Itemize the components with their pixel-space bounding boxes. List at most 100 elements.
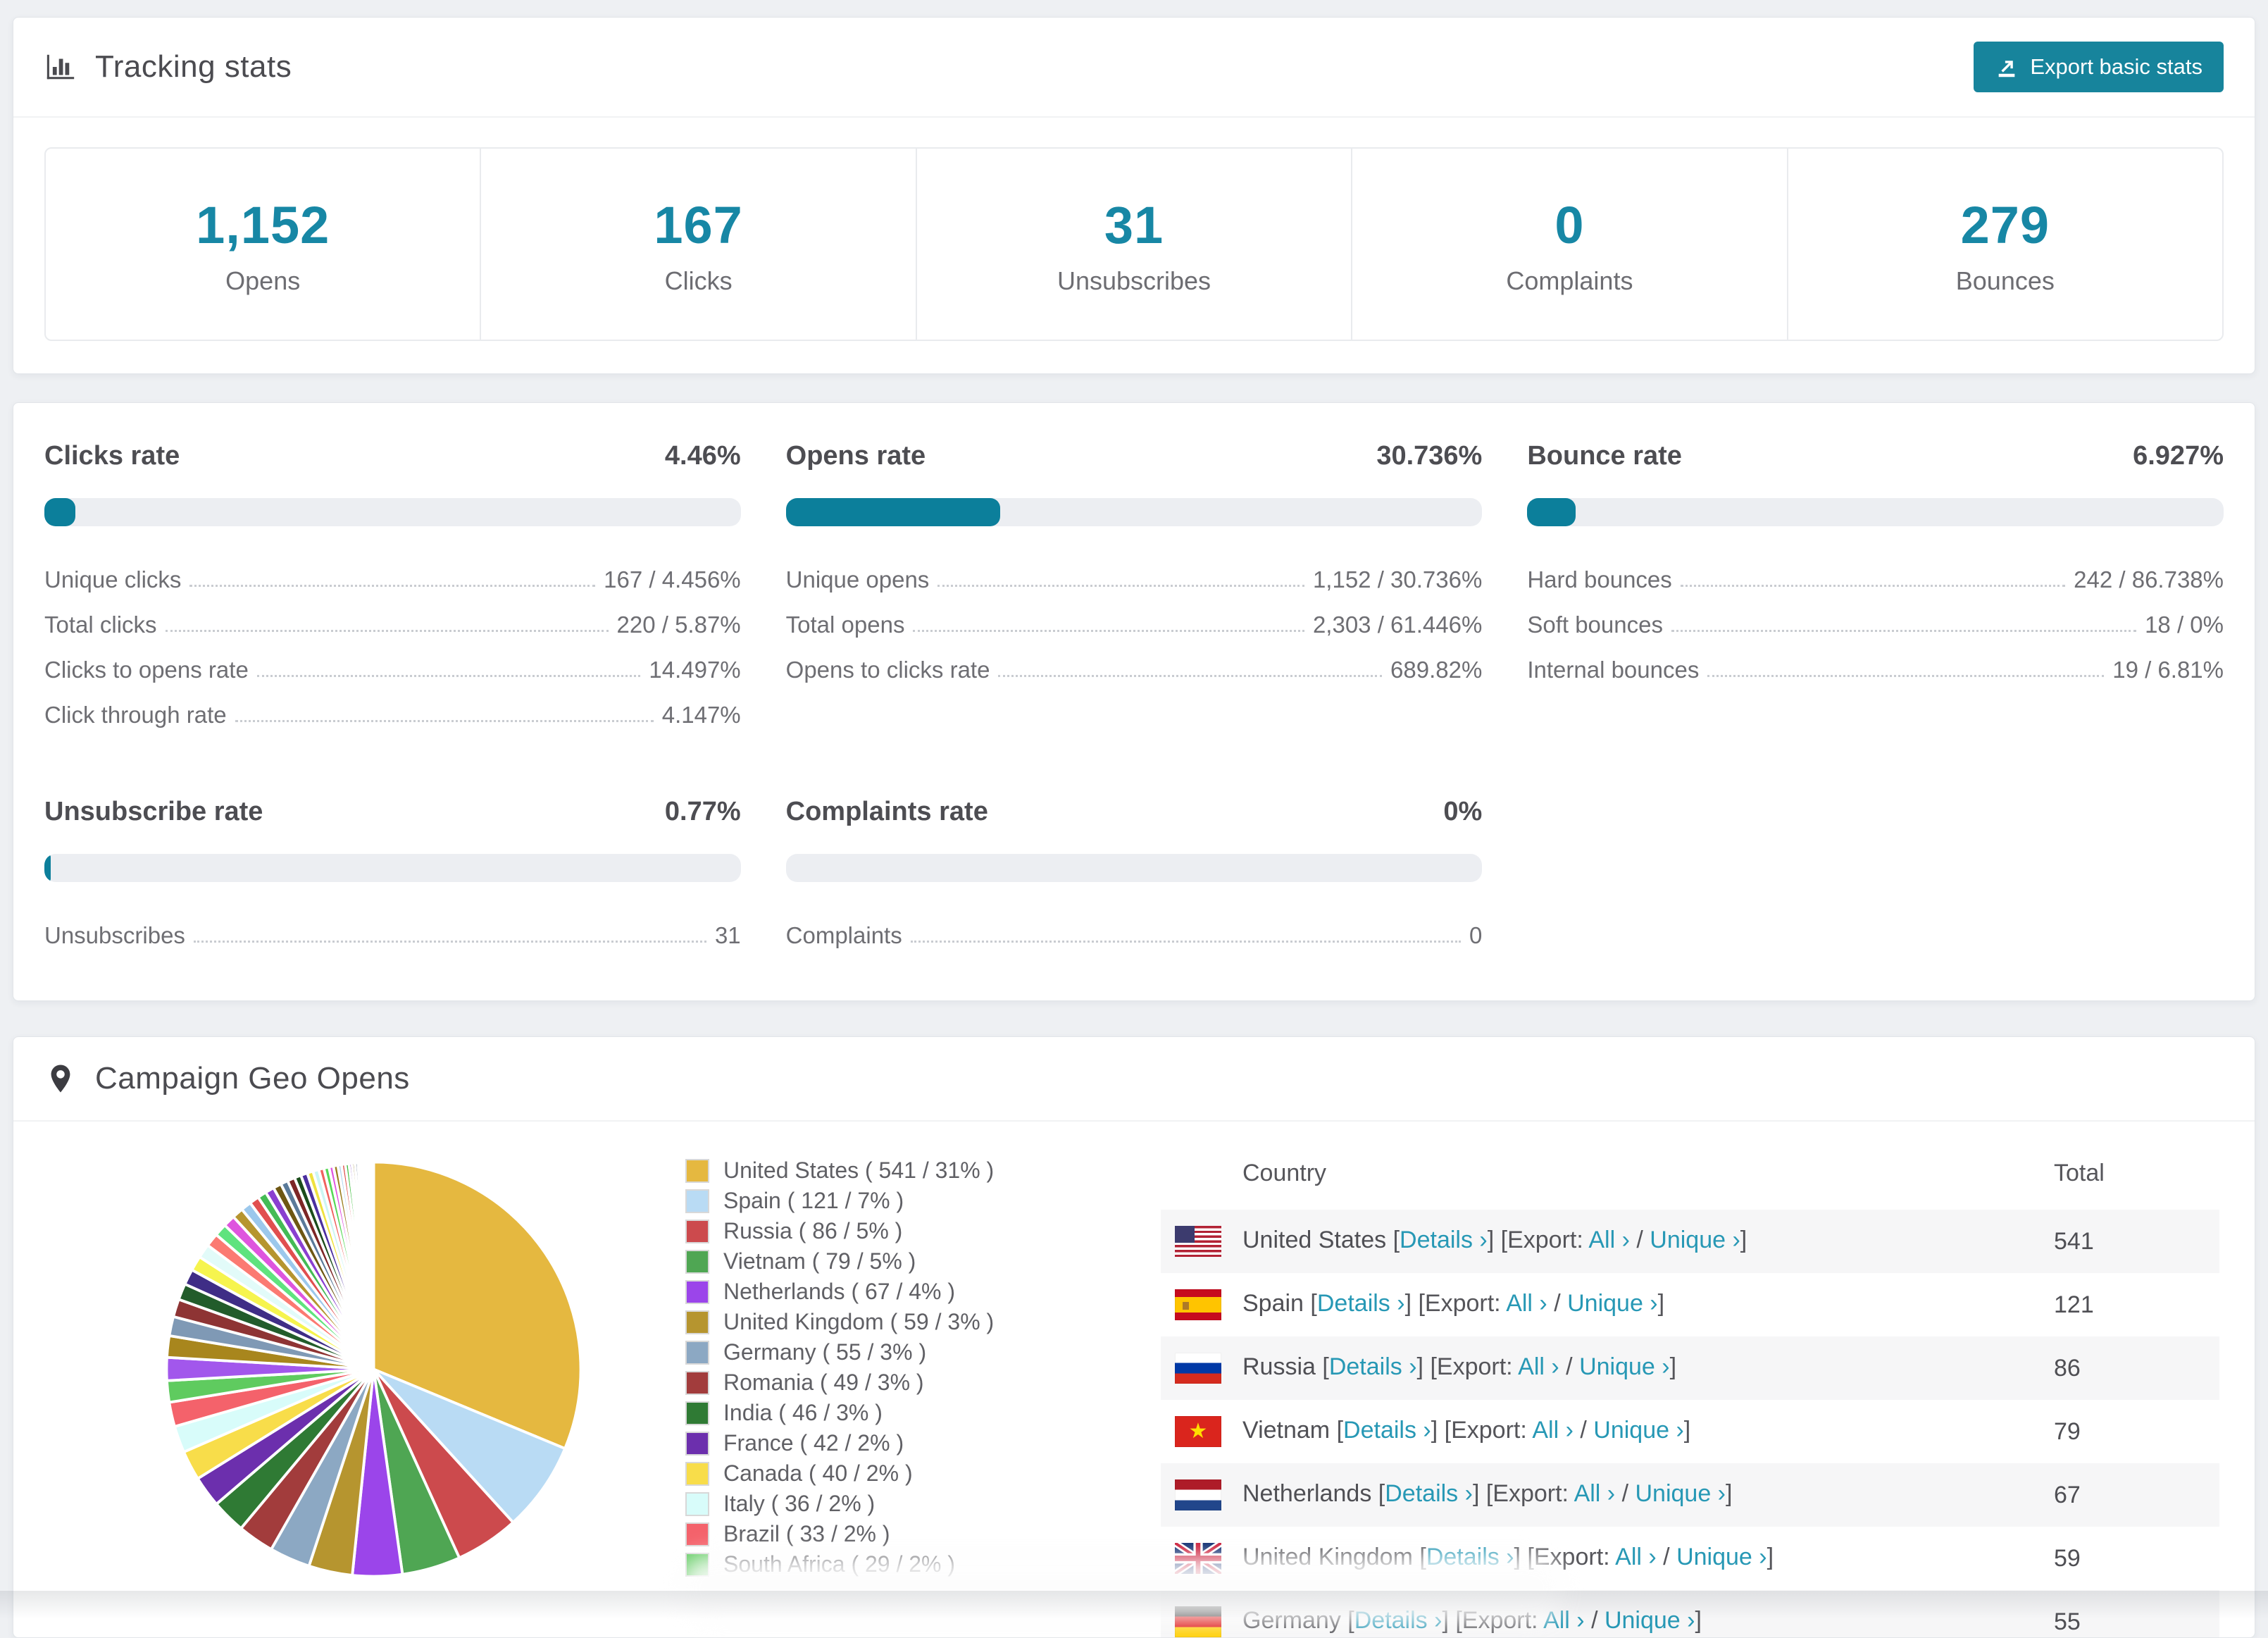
table-row-vn: ★ Vietnam [Details ›] [Export: All › / Un… bbox=[1161, 1400, 2219, 1463]
legend-swatch bbox=[685, 1552, 709, 1577]
legend-item-russia[interactable]: Russia ( 86 / 5% ) bbox=[685, 1216, 1094, 1246]
table-row-es: Spain [Details ›] [Export: All › / Uniqu… bbox=[1161, 1273, 2219, 1336]
rate-percent: 30.736% bbox=[1376, 441, 1483, 471]
legend-item-india[interactable]: India ( 46 / 3% ) bbox=[685, 1398, 1094, 1428]
geo-pie-chart[interactable] bbox=[157, 1153, 590, 1589]
export-all-link[interactable]: All › bbox=[1615, 1544, 1657, 1570]
details-link[interactable]: Details › bbox=[1343, 1417, 1431, 1444]
legend-item-south-africa[interactable]: South Africa ( 29 / 2% ) bbox=[685, 1549, 1094, 1580]
table-row-nl: Netherlands [Details ›] [Export: All › /… bbox=[1161, 1463, 2219, 1527]
export-basic-stats-button[interactable]: Export basic stats bbox=[1974, 42, 2224, 92]
rate-row: Hard bounces 242 / 86.738% bbox=[1527, 557, 2224, 602]
legend-label: France ( 42 / 2% ) bbox=[723, 1430, 904, 1456]
country-total: 86 bbox=[2054, 1354, 2081, 1382]
details-link[interactable]: Details › bbox=[1426, 1544, 1514, 1570]
export-unique-link[interactable]: Unique › bbox=[1593, 1417, 1684, 1444]
legend-item-canada[interactable]: Canada ( 40 / 2% ) bbox=[685, 1458, 1094, 1489]
progress-bar bbox=[1527, 498, 2224, 526]
rate-row-value: 0 bbox=[1469, 922, 1483, 948]
progress-bar-fill bbox=[1527, 498, 1576, 526]
rate-row-label: Total opens bbox=[785, 612, 905, 638]
legend-swatch bbox=[685, 1401, 709, 1425]
export-icon bbox=[1999, 61, 2015, 77]
legend-swatch bbox=[685, 1279, 709, 1304]
legend-item-united-kingdom[interactable]: United Kingdom ( 59 / 3% ) bbox=[685, 1307, 1094, 1337]
rate-row: Total opens 2,303 / 61.446% bbox=[786, 602, 1483, 647]
pie-legend: United States ( 541 / 31% ) Spain ( 121 … bbox=[685, 1155, 1094, 1580]
details-link[interactable]: Details › bbox=[1385, 1480, 1473, 1507]
legend-label: Brazil ( 33 / 2% ) bbox=[723, 1521, 890, 1546]
export-button-label: Export basic stats bbox=[2030, 54, 2202, 79]
legend-swatch bbox=[685, 1249, 709, 1274]
legend-label: Netherlands ( 67 / 4% ) bbox=[723, 1279, 956, 1304]
rate-row-label: Clicks to opens rate bbox=[44, 657, 249, 683]
country-total: 59 bbox=[2054, 1544, 2081, 1572]
progress-bar-fill bbox=[44, 498, 76, 526]
legend-item-united-states[interactable]: United States ( 541 / 31% ) bbox=[685, 1155, 1094, 1186]
details-link[interactable]: Details › bbox=[1354, 1607, 1443, 1634]
legend-label: Romania ( 49 / 3% ) bbox=[723, 1370, 924, 1395]
legend-item-brazil[interactable]: Brazil ( 33 / 2% ) bbox=[685, 1519, 1094, 1549]
country-name: Netherlands bbox=[1242, 1479, 1372, 1507]
rate-percent: 4.46% bbox=[664, 441, 741, 471]
gap bbox=[0, 1001, 2268, 1036]
export-unique-link[interactable]: Unique › bbox=[1635, 1480, 1726, 1507]
rate-row-label: Complaints bbox=[785, 922, 902, 948]
legend-item-italy[interactable]: Italy ( 36 / 2% ) bbox=[685, 1489, 1094, 1519]
country-name: United Kingdom bbox=[1242, 1543, 1413, 1570]
export-unique-link[interactable]: Unique › bbox=[1650, 1227, 1740, 1253]
rate-percent: 6.927% bbox=[2133, 441, 2224, 471]
details-link[interactable]: Details › bbox=[1329, 1353, 1417, 1380]
legend-swatch bbox=[685, 1461, 709, 1486]
export-all-link[interactable]: All › bbox=[1543, 1607, 1585, 1634]
rate-row-label: Unique clicks bbox=[44, 566, 182, 592]
export-all-link[interactable]: All › bbox=[1518, 1353, 1559, 1380]
dotted-leader bbox=[998, 675, 1383, 677]
legend-item-vietnam[interactable]: Vietnam ( 79 / 5% ) bbox=[685, 1246, 1094, 1277]
details-link[interactable]: Details › bbox=[1317, 1290, 1405, 1317]
rate-row-label: Click through rate bbox=[44, 702, 227, 728]
dotted-leader bbox=[1671, 630, 2137, 632]
geo-table-wrap: Country Total United States [Details ›] … bbox=[1161, 1138, 2219, 1637]
legend-swatch bbox=[685, 1431, 709, 1456]
table-row-de: Germany [Details ›] [Export: All › / Uni… bbox=[1161, 1590, 2219, 1637]
flag-us-icon bbox=[1175, 1226, 1221, 1257]
export-all-link[interactable]: All › bbox=[1532, 1417, 1574, 1444]
details-link[interactable]: Details › bbox=[1400, 1227, 1488, 1253]
stat-cell-unsubscribes: 31 Unsubscribes bbox=[915, 149, 1351, 340]
dotted-leader bbox=[910, 941, 1461, 943]
rate-title: Unsubscribe rate bbox=[44, 797, 263, 826]
dotted-leader bbox=[189, 585, 596, 587]
legend-item-romania[interactable]: Romania ( 49 / 3% ) bbox=[685, 1367, 1094, 1398]
export-unique-link[interactable]: Unique › bbox=[1579, 1353, 1670, 1380]
rate-row-value: 2,303 / 61.446% bbox=[1312, 612, 1483, 638]
legend-swatch bbox=[685, 1340, 709, 1365]
dotted-leader bbox=[1707, 675, 2105, 677]
table-row-ru: Russia [Details ›] [Export: All › / Uniq… bbox=[1161, 1336, 2219, 1400]
legend-item-france[interactable]: France ( 42 / 2% ) bbox=[685, 1428, 1094, 1458]
legend-swatch bbox=[685, 1189, 709, 1213]
export-all-link[interactable]: All › bbox=[1574, 1480, 1616, 1507]
legend-item-spain[interactable]: Spain ( 121 / 7% ) bbox=[685, 1186, 1094, 1216]
export-unique-link[interactable]: Unique › bbox=[1605, 1607, 1695, 1634]
legend-swatch bbox=[685, 1219, 709, 1243]
country-total: 79 bbox=[2054, 1417, 2081, 1445]
legend-item-germany[interactable]: Germany ( 55 / 3% ) bbox=[685, 1337, 1094, 1367]
export-unique-link[interactable]: Unique › bbox=[1567, 1290, 1658, 1317]
legend-item-netherlands[interactable]: Netherlands ( 67 / 4% ) bbox=[685, 1277, 1094, 1307]
legend-label: South Africa ( 29 / 2% ) bbox=[723, 1551, 956, 1577]
export-all-link[interactable]: All › bbox=[1506, 1290, 1547, 1317]
country-total: 67 bbox=[2054, 1481, 2081, 1508]
export-unique-link[interactable]: Unique › bbox=[1676, 1544, 1767, 1570]
legend-label: United Kingdom ( 59 / 3% ) bbox=[723, 1309, 995, 1334]
rate-row: Unsubscribes 31 bbox=[44, 913, 741, 958]
rate-percent: 0% bbox=[1443, 797, 1483, 826]
rate-row: Soft bounces 18 / 0% bbox=[1527, 602, 2224, 647]
progress-bar-fill bbox=[44, 854, 51, 882]
gap bbox=[0, 374, 2268, 402]
export-all-link[interactable]: All › bbox=[1588, 1227, 1630, 1253]
rate-row-value: 18 / 0% bbox=[2145, 612, 2224, 638]
page-title: Tracking stats bbox=[95, 49, 292, 84]
rate-block-unsubscribe-rate: Unsubscribe rate 0.77% Unsubscribes 31 bbox=[44, 797, 741, 958]
stat-cell-complaints: 0 Complaints bbox=[1351, 149, 1786, 340]
